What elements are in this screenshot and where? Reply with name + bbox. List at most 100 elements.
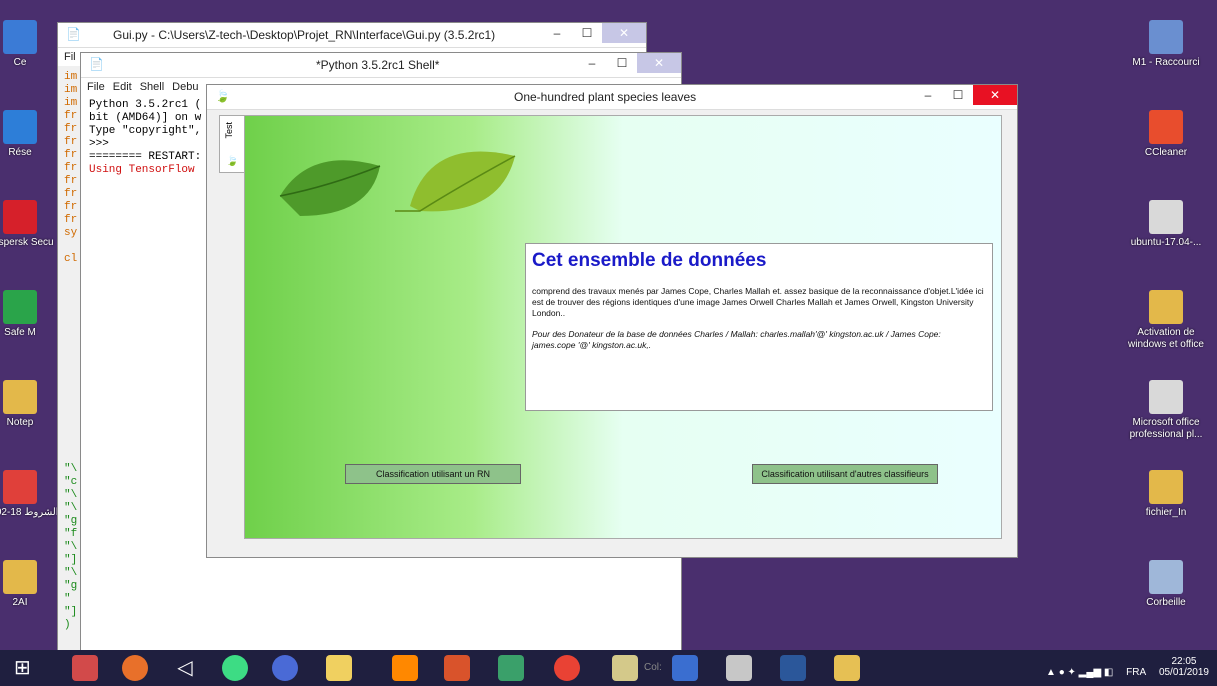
gui-window-titlebar[interactable]: 📄 Gui.py - C:\Users\Z-tech-\Desktop\Proj… — [58, 23, 646, 48]
editor-line-fragment: "\ — [64, 463, 78, 475]
desktop-icon[interactable]: Kaspersk Secu — [0, 200, 60, 249]
plant-app-window[interactable]: 🍃 One-hundred plant species leaves – ☐ ✕… — [206, 84, 1018, 558]
shell-window-title: *Python 3.5.2rc1 Shell* — [316, 58, 440, 72]
editor-line-fragment: fr — [64, 123, 78, 135]
unity-icon[interactable]: ◁ — [172, 655, 198, 681]
editor-line-fragment: "g — [64, 515, 78, 527]
desktop-shortcut-icon — [3, 200, 37, 234]
editor-line-fragment: "] — [64, 554, 78, 566]
desktop-icon[interactable]: الشروط 18-02-20 — [0, 470, 60, 519]
leaf-icon: 🍃 — [215, 89, 230, 103]
desktop-icon[interactable]: Ce — [0, 20, 60, 69]
info-box: Cet ensemble de données comprend des tra… — [525, 243, 993, 411]
language-indicator[interactable]: FRA — [1126, 667, 1146, 678]
app-window-titlebar[interactable]: 🍃 One-hundred plant species leaves – ☐ ✕ — [207, 85, 1017, 110]
editor-line-fragment: im — [64, 97, 78, 109]
editor-line-fragment: "\ — [64, 567, 78, 579]
desktop-icon-label: الشروط 18-02-20 — [0, 507, 59, 518]
clock-date[interactable]: 05/01/2019 — [1159, 667, 1209, 678]
desktop-shortcut-icon — [3, 380, 37, 414]
sublime-icon[interactable] — [392, 655, 418, 681]
editor-line-fragment: "\ — [64, 541, 78, 553]
desktop-shortcut-icon — [1149, 290, 1183, 324]
editor-line-fragment: "g — [64, 580, 78, 592]
desktop-icon-label: CCleaner — [1144, 147, 1188, 158]
info-donor: Pour des Donateur de la base de données … — [532, 329, 941, 350]
idle-taskbar-icon[interactable] — [612, 655, 638, 681]
editor-line-fragment: " — [64, 593, 71, 605]
eclipse-icon[interactable] — [272, 655, 298, 681]
word-icon[interactable] — [780, 655, 806, 681]
desktop-icon[interactable]: Rése — [0, 110, 60, 159]
system-tray[interactable]: ▲ ● ✦ ▂▄▆ ◧ FRA 22:05 05/01/2019 — [1046, 656, 1209, 678]
shell-menu-item[interactable]: Edit — [113, 81, 132, 93]
snipping-icon[interactable] — [72, 655, 98, 681]
shell-output[interactable]: Python 3.5.2rc1 (bit (AMD64)] on w Type "… — [89, 99, 201, 177]
menu-file[interactable]: Fil — [64, 51, 76, 63]
maximize-icon[interactable]: ☐ — [943, 85, 973, 105]
desktop-icon-label: Ce — [13, 57, 27, 68]
desktop-icon[interactable]: fichier_In — [1126, 470, 1206, 519]
desktop-shortcut-icon — [1149, 20, 1183, 54]
shell-menu-item[interactable]: Debu — [172, 81, 198, 93]
editor-icon[interactable] — [726, 655, 752, 681]
desktop-icon[interactable]: Corbeille — [1126, 560, 1206, 609]
desktop-icon-label: 2AI — [12, 597, 28, 608]
shell-window-titlebar[interactable]: 📄 *Python 3.5.2rc1 Shell* – ☐ ✕ — [81, 53, 681, 78]
desktop-icon[interactable]: Safe M — [0, 290, 60, 339]
close-icon[interactable]: ✕ — [637, 53, 681, 73]
shell-menu-item[interactable]: Shell — [140, 81, 164, 93]
android-studio-icon[interactable] — [222, 655, 248, 681]
editor-line-fragment: fr — [64, 175, 78, 187]
minimize-icon[interactable]: – — [913, 85, 943, 105]
editor-line-fragment: fr — [64, 162, 78, 174]
editor-line-fragment: "\ — [64, 489, 78, 501]
desktop-icon[interactable]: Activation de windows et office — [1126, 290, 1206, 351]
leaf-icon: 🍃 — [226, 156, 239, 167]
desktop-icon[interactable]: M1 - Raccourci — [1126, 20, 1206, 69]
maximize-icon[interactable]: ☐ — [572, 23, 602, 43]
desktop-icon-label: Corbeille — [1146, 597, 1186, 608]
minimize-icon[interactable]: – — [542, 23, 572, 43]
editor-line-fragment: fr — [64, 188, 78, 200]
shell-menu-item[interactable]: File — [87, 81, 105, 93]
project-icon[interactable] — [498, 655, 524, 681]
python-icon[interactable] — [326, 655, 352, 681]
shell-line: Type "copyright", — [89, 125, 202, 137]
desktop-icon[interactable]: Notep — [0, 380, 60, 429]
main-panel: Cet ensemble de données comprend des tra… — [244, 115, 1002, 539]
minimize-icon[interactable]: – — [577, 53, 607, 73]
tab-test[interactable]: Test 🍃 — [219, 115, 245, 173]
close-icon[interactable]: ✕ — [602, 23, 646, 43]
editor-line-fragment: "\ — [64, 502, 78, 514]
file-explorer-icon[interactable] — [834, 655, 860, 681]
classification-rn-button[interactable]: Classification utilisant un RN — [345, 464, 521, 484]
editor-line-fragment: cl — [64, 253, 78, 265]
firefox-icon[interactable] — [122, 655, 148, 681]
editor-line-fragment: "f — [64, 528, 78, 540]
desktop-icon[interactable]: 2AI — [0, 560, 60, 609]
maximize-icon[interactable]: ☐ — [607, 53, 637, 73]
desktop-shortcut-icon — [1149, 470, 1183, 504]
close-icon[interactable]: ✕ — [973, 85, 1017, 105]
desktop-icon[interactable]: ubuntu-17.04-... — [1126, 200, 1206, 249]
shell-line: Python 3.5.2rc1 ( — [89, 99, 202, 111]
matlab-icon[interactable] — [444, 655, 470, 681]
windows-start-icon[interactable]: ⊞ — [14, 655, 40, 681]
desktop-shortcut-icon — [3, 20, 37, 54]
desktop-icon[interactable]: Microsoft office professional pl... — [1126, 380, 1206, 441]
chrome-icon[interactable] — [554, 655, 580, 681]
desktop-icon-label: Microsoft office professional pl... — [1129, 417, 1203, 440]
desktop-shortcut-icon — [1149, 560, 1183, 594]
desktop-icon-label: fichier_In — [1145, 507, 1187, 518]
shell-line: Using TensorFlow — [89, 164, 195, 176]
editor-line-fragment: "] — [64, 606, 78, 618]
idle-icon: 📄 — [89, 57, 104, 71]
devcpp-icon[interactable] — [672, 655, 698, 681]
tray-icons: ▲ ● ✦ ▂▄▆ ◧ — [1046, 667, 1114, 678]
desktop-icon[interactable]: CCleaner — [1126, 110, 1206, 159]
desktop-icon-label: M1 - Raccourci — [1132, 57, 1200, 68]
classification-other-button[interactable]: Classification utilisant d'autres classi… — [752, 464, 938, 484]
editor-line-fragment: fr — [64, 136, 78, 148]
clock-time[interactable]: 22:05 — [1159, 656, 1209, 667]
